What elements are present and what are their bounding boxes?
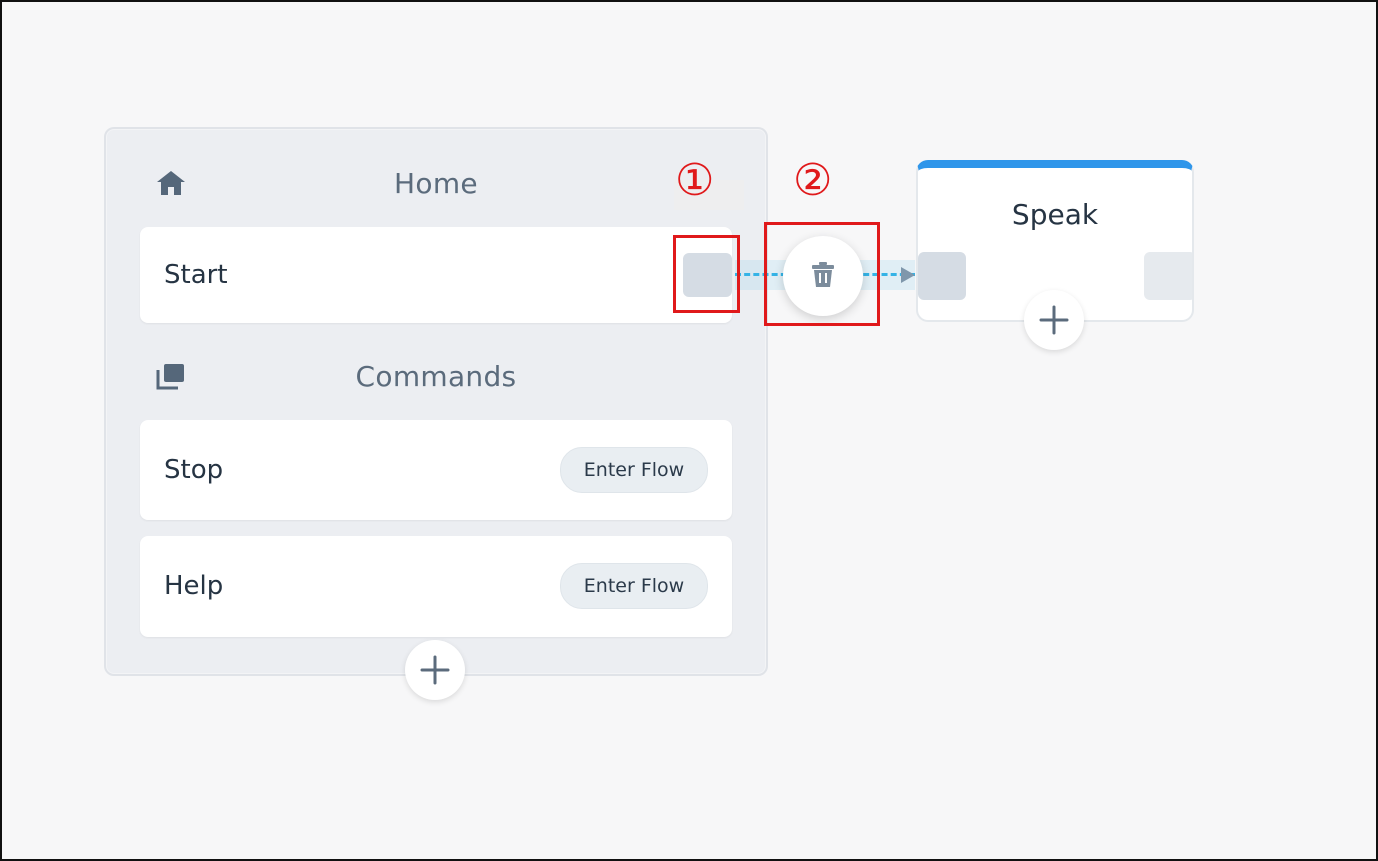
home-panel: Home Start Commands Stop Enter Flow Help… [104,127,768,700]
speak-add-button[interactable] [1024,290,1084,350]
plus-icon [1039,305,1069,335]
annotation-box-1 [673,235,740,313]
plus-icon [420,655,450,685]
home-section-header: Home [106,161,766,201]
command-card-stop[interactable]: Stop Enter Flow [140,420,732,520]
callout-1: ① [675,155,715,206]
commands-section-title: Commands [355,360,517,393]
start-card-label: Start [164,260,228,290]
command-card-help[interactable]: Help Enter Flow [140,536,732,637]
add-command-button[interactable] [405,640,465,700]
connection-arrowhead [901,267,915,283]
callout-2: ② [793,155,833,206]
speak-input-port[interactable] [918,252,966,300]
enter-flow-button[interactable]: Enter Flow [560,563,708,609]
command-label: Help [164,571,224,601]
enter-flow-button[interactable]: Enter Flow [560,447,708,493]
speak-output-port[interactable] [1144,252,1192,300]
command-label: Stop [164,455,224,485]
annotation-box-2 [764,222,880,326]
start-card[interactable]: Start [140,227,732,323]
flow-canvas: Home Start Commands Stop Enter Flow Help… [0,0,1378,861]
home-section-title: Home [394,167,478,200]
speak-node-title: Speak [1011,198,1099,231]
commands-section-header: Commands [106,354,766,394]
